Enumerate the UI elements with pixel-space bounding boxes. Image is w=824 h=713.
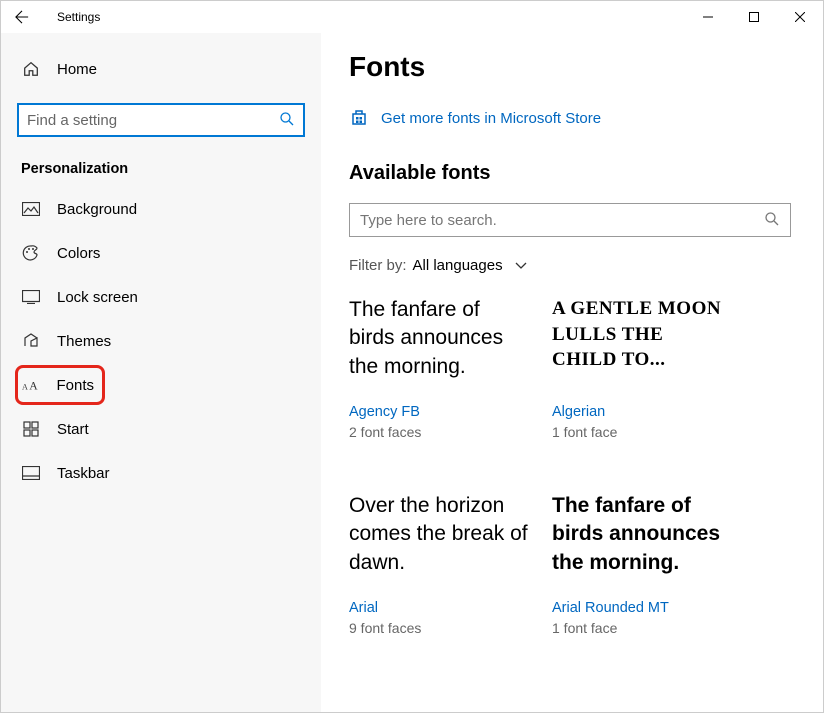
category-label: Personalization (17, 161, 305, 187)
sidebar-item-colors[interactable]: Colors (17, 231, 305, 275)
sidebar-item-label: Fonts (56, 377, 94, 394)
font-card[interactable]: A gentle moon lulls the child to... Alge… (552, 296, 731, 440)
font-search-box[interactable] (349, 203, 791, 237)
taskbar-icon (21, 466, 41, 480)
sidebar-item-taskbar[interactable]: Taskbar (17, 451, 305, 495)
sidebar-item-label: Start (57, 421, 89, 438)
sidebar-item-label: Colors (57, 245, 100, 262)
fonts-icon: AA (22, 378, 40, 392)
sidebar-search[interactable] (17, 103, 305, 137)
sidebar-nav: Background Colors Lock screen Themes AA … (1, 187, 321, 495)
font-name: Agency FB (349, 404, 528, 420)
font-card[interactable]: Over the horizon comes the break of dawn… (349, 492, 528, 636)
sidebar-item-background[interactable]: Background (17, 187, 305, 231)
page-title: Fonts (349, 51, 791, 83)
sidebar: Home Personalization Background (1, 33, 321, 712)
font-faces: 1 font face (552, 620, 731, 636)
font-card[interactable]: The fanfare of birds announces the morni… (349, 296, 528, 440)
picture-icon (21, 202, 41, 216)
titlebar: Settings (1, 1, 823, 33)
font-card[interactable]: The fanfare of birds announces the morni… (552, 492, 731, 636)
close-button[interactable] (777, 1, 823, 33)
back-button[interactable] (15, 10, 43, 24)
font-preview: A gentle moon lulls the child to... (552, 296, 731, 386)
svg-text:A: A (22, 383, 28, 392)
start-icon (21, 421, 41, 437)
minimize-icon (703, 12, 713, 22)
sidebar-item-start[interactable]: Start (17, 407, 305, 451)
sidebar-item-fonts[interactable]: AA Fonts (15, 365, 105, 405)
font-faces: 2 font faces (349, 424, 528, 440)
home-nav[interactable]: Home (17, 49, 305, 89)
content-area: Fonts Get more fonts in Microsoft Store … (321, 33, 823, 712)
svg-text:A: A (29, 380, 38, 393)
filter-label: Filter by: (349, 257, 407, 274)
maximize-icon (749, 12, 759, 22)
lockscreen-icon (21, 290, 41, 304)
sidebar-item-lockscreen[interactable]: Lock screen (17, 275, 305, 319)
themes-icon (21, 332, 41, 350)
font-name: Arial (349, 600, 528, 616)
home-icon (21, 60, 41, 78)
sidebar-item-label: Background (57, 201, 137, 218)
close-icon (795, 12, 805, 22)
font-preview: The fanfare of birds announces the morni… (349, 296, 528, 386)
font-preview: The fanfare of birds announces the morni… (552, 492, 731, 582)
store-link-text: Get more fonts in Microsoft Store (381, 110, 601, 127)
search-icon (764, 211, 780, 230)
window-title: Settings (43, 10, 685, 24)
chevron-down-icon (509, 257, 527, 274)
font-preview: Over the horizon comes the break of dawn… (349, 492, 528, 582)
store-link-row[interactable]: Get more fonts in Microsoft Store (349, 107, 791, 130)
font-faces: 1 font face (552, 424, 731, 440)
back-arrow-icon (15, 10, 29, 24)
maximize-button[interactable] (731, 1, 777, 33)
palette-icon (21, 244, 41, 262)
font-grid: The fanfare of birds announces the morni… (349, 296, 791, 636)
sidebar-item-label: Taskbar (57, 465, 110, 482)
font-name: Algerian (552, 404, 731, 420)
filter-row[interactable]: Filter by: All languages (349, 257, 791, 274)
minimize-button[interactable] (685, 1, 731, 33)
sidebar-item-label: Lock screen (57, 289, 138, 306)
available-fonts-title: Available fonts (349, 162, 791, 185)
font-name: Arial Rounded MT (552, 600, 731, 616)
home-label: Home (57, 61, 97, 78)
font-faces: 9 font faces (349, 620, 528, 636)
store-icon (349, 107, 369, 130)
search-icon (279, 111, 295, 130)
sidebar-item-themes[interactable]: Themes (17, 319, 305, 363)
window-controls (685, 1, 823, 33)
sidebar-item-label: Themes (57, 333, 111, 350)
filter-value: All languages (413, 257, 503, 274)
font-search-input[interactable] (360, 212, 764, 229)
search-input[interactable] (27, 112, 279, 129)
